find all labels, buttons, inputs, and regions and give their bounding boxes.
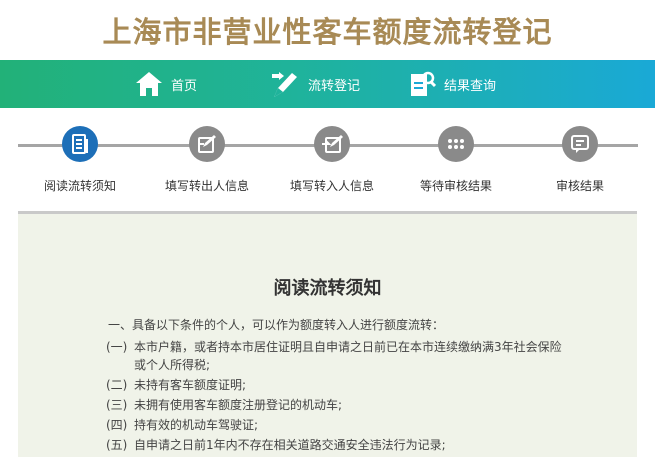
pen-icon [270, 70, 300, 98]
nav-home[interactable]: 首页 [135, 60, 197, 108]
condition-item: (四) 持有效的机动车驾驶证; [106, 416, 258, 433]
condition-item: (二) 未持有客车额度证明; [106, 376, 246, 393]
step-fill-transferee[interactable]: 填写转入人信息 [277, 126, 387, 194]
step-label: 填写转出人信息 [164, 179, 249, 193]
transfer-out-icon [189, 126, 225, 162]
step-review-result[interactable]: 审核结果 [525, 126, 635, 194]
step-wait-review[interactable]: 等待审核结果 [401, 126, 511, 194]
search-document-icon [408, 70, 436, 98]
condition-text: 未拥有使用客车额度注册登记的机动车; [134, 398, 343, 412]
page-title: 上海市非营业性客车额度流转登记 [102, 15, 553, 49]
condition-number: (一) [106, 340, 128, 354]
condition-number: (二) [106, 378, 128, 392]
step-label: 审核结果 [555, 179, 604, 193]
step-label: 阅读流转须知 [43, 179, 116, 193]
step-label: 填写转入人信息 [289, 179, 374, 193]
condition-text: 自申请之日前1年内不存在相关道路交通安全违法行为记录; [134, 438, 446, 452]
home-icon [135, 71, 163, 97]
step-read-notice[interactable]: 阅读流转须知 [25, 126, 135, 194]
progress-steps: 阅读流转须知 填写转出人信息 填写转入人信息 等待审核结果 审核结果 [0, 108, 655, 213]
transfer-in-icon [314, 126, 350, 162]
page-header: 上海市非营业性客车额度流转登记 [0, 0, 655, 60]
condition-number: (五) [106, 438, 128, 452]
step-label: 等待审核结果 [419, 179, 492, 193]
condition-item: (五) 自申请之日前1年内不存在相关道路交通安全违法行为记录; [106, 436, 446, 453]
document-icon [62, 126, 98, 162]
condition-text: 本市户籍，或者持本市居住证明且自申请之日前已在本市连续缴纳满3年社会保险 [134, 340, 562, 354]
notice-intro: 一、具备以下条件的个人，可以作为额度转入人进行额度流转： [108, 318, 445, 332]
condition-text: 未持有客车额度证明; [134, 378, 247, 392]
result-icon [562, 126, 598, 162]
nav-result-label: 结果查询 [444, 78, 497, 94]
nav-transfer-label: 流转登记 [308, 78, 361, 94]
condition-number: (三) [106, 398, 128, 412]
condition-item: (一) 本市户籍，或者持本市居住证明且自申请之日前已在本市连续缴纳满3年社会保险 [106, 338, 562, 355]
nav-result-query[interactable]: 结果查询 [408, 60, 496, 108]
step-fill-transferor[interactable]: 填写转出人信息 [152, 126, 262, 194]
nav-transfer-register[interactable]: 流转登记 [270, 60, 360, 108]
condition-text: 持有效的机动车驾驶证; [134, 418, 259, 432]
main-nav: 首页 流转登记 结果查询 [0, 60, 655, 108]
nav-home-label: 首页 [171, 78, 198, 94]
condition-item: (三) 未拥有使用客车额度注册登记的机动车; [106, 396, 342, 413]
notice-title: 阅读流转须知 [273, 278, 382, 299]
notice-panel: 阅读流转须知 一、具备以下条件的个人，可以作为额度转入人进行额度流转： (一) 本… [18, 214, 637, 457]
waiting-dots-icon [438, 126, 474, 162]
condition-text-continued: 或个人所得税; [134, 358, 211, 372]
condition-number: (四) [106, 418, 128, 432]
